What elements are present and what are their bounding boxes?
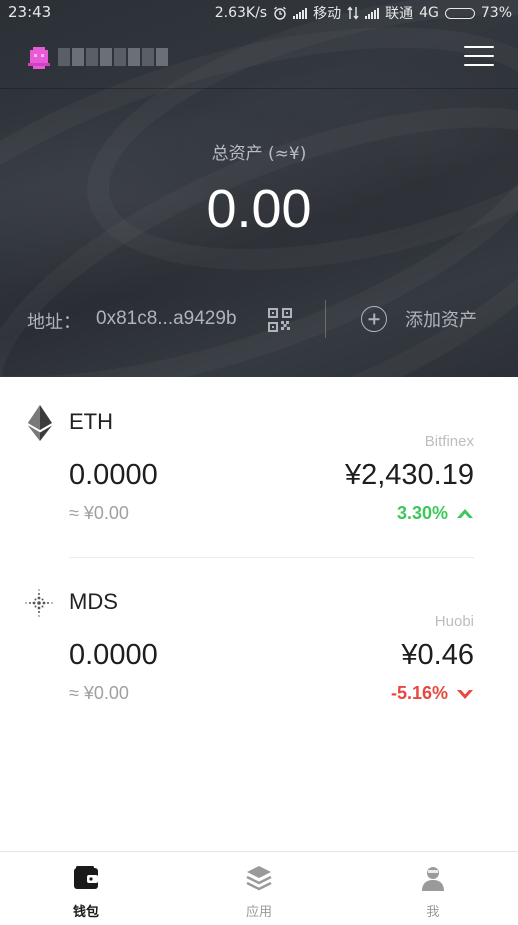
bottom-nav: 钱包 应用 我 <box>0 851 518 925</box>
asset-change-value: 3.30% <box>396 503 448 523</box>
nav-apps-label: 应用 <box>245 905 272 920</box>
nav-wallet[interactable]: 钱包 <box>26 852 146 925</box>
address-label: 地址： <box>27 312 81 333</box>
asset-change: -5.16% <box>391 683 474 704</box>
header-banner: 23:43 2.63K/s 移动 联通 4G 73% 总资产 (≈¥) 0.00… <box>0 0 518 377</box>
top-bar <box>0 30 518 86</box>
hamburger-menu-icon[interactable] <box>464 46 494 68</box>
signal-icon <box>365 7 380 19</box>
arrow-down-icon <box>457 689 473 699</box>
address-row: 地址： 0x81c8...a9429b 添加资产 <box>0 296 518 342</box>
status-time: 23:43 <box>8 3 52 21</box>
add-asset-button[interactable]: 添加资产 <box>361 304 477 334</box>
total-assets-label: 总资产 (≈¥) <box>211 144 307 164</box>
nav-me-label: 我 <box>426 905 440 920</box>
battery-percent: 73% <box>480 5 512 21</box>
alarm-icon <box>274 6 287 20</box>
asset-fiat-value: ≈ ¥0.00 <box>69 683 129 703</box>
total-assets-value: 0.00 <box>206 179 312 239</box>
asset-divider <box>69 557 474 558</box>
asset-symbol: MDS <box>69 589 118 614</box>
nav-wallet-label: 钱包 <box>72 905 99 920</box>
asset-price: ¥0.46 <box>401 639 474 671</box>
header-divider <box>0 88 518 89</box>
asset-card-mds[interactable]: MDS Huobi 0.0000 ¥0.46 ≈ ¥0.00 -5.16% <box>0 575 518 745</box>
user-icon <box>422 867 444 891</box>
carrier-1: 移动 <box>313 6 342 22</box>
network-speed: 2.63K/s <box>214 5 268 21</box>
wallet-icon <box>74 866 98 889</box>
arrow-up-icon <box>457 508 473 518</box>
network-type: 4G <box>419 5 439 21</box>
mds-dots-icon <box>25 589 53 617</box>
asset-change-value: -5.16% <box>390 683 448 703</box>
robot-avatar-icon[interactable] <box>28 47 50 69</box>
status-bar: 23:43 2.63K/s 移动 联通 4G 73% <box>0 0 518 24</box>
address-value[interactable]: 0x81c8...a9429b <box>96 308 237 330</box>
asset-balance: 0.0000 <box>69 639 158 671</box>
battery-icon <box>444 7 475 19</box>
add-asset-label: 添加资产 <box>405 310 477 331</box>
ethereum-icon <box>28 405 52 441</box>
plus-circle-icon <box>361 306 387 332</box>
signal-icon <box>293 7 308 19</box>
asset-symbol: ETH <box>69 409 113 434</box>
nav-apps[interactable]: 应用 <box>199 852 319 925</box>
qr-code-icon[interactable] <box>268 308 292 332</box>
nav-me[interactable]: 我 <box>373 852 493 925</box>
asset-price: ¥2,430.19 <box>344 459 474 491</box>
asset-exchange: Huobi <box>434 613 474 630</box>
layers-icon <box>246 866 272 891</box>
address-divider <box>325 300 326 338</box>
carrier-2: 联通 <box>385 6 414 22</box>
asset-balance: 0.0000 <box>69 459 158 491</box>
asset-fiat-value: ≈ ¥0.00 <box>69 503 129 523</box>
asset-change: 3.30% <box>397 503 474 524</box>
asset-card-eth[interactable]: ETH Bitfinex 0.0000 ¥2,430.19 ≈ ¥0.00 3.… <box>0 395 518 565</box>
asset-exchange: Bitfinex <box>424 433 474 450</box>
wallet-name-blurred <box>58 48 168 66</box>
data-transfer-icon <box>347 6 359 20</box>
